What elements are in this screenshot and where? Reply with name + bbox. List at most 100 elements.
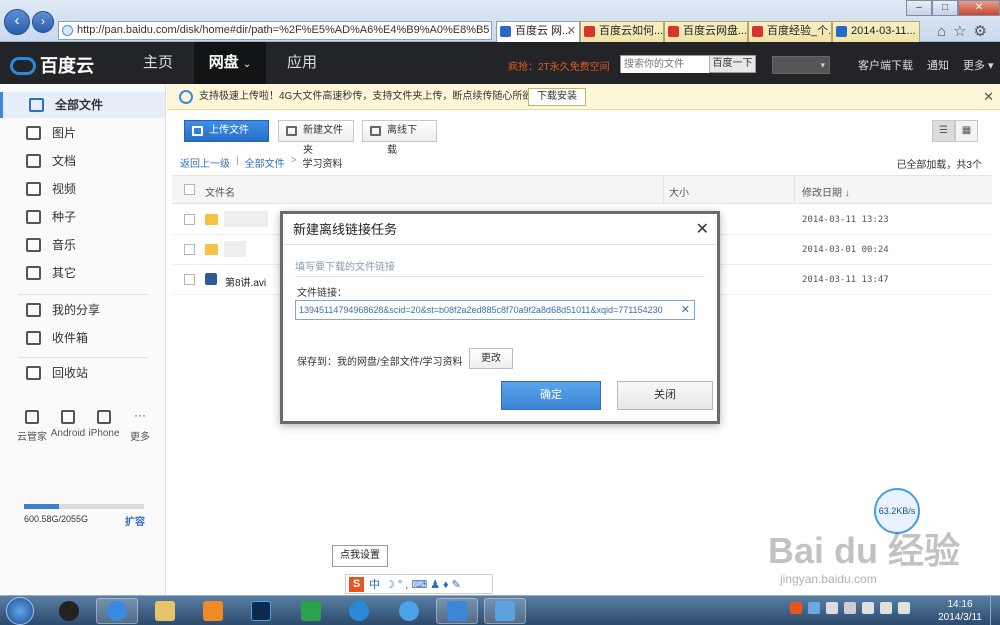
device-more[interactable]: ··· 更多 bbox=[122, 409, 158, 443]
file-table-header: 文件名 大小 修改日期 ↓ bbox=[172, 175, 992, 204]
nav-netdisk[interactable]: 网盘 ⌄ bbox=[194, 42, 266, 84]
search-input[interactable] bbox=[621, 56, 709, 73]
sidebar-item-other[interactable]: 其它 bbox=[0, 260, 165, 286]
tab-netdisk[interactable]: 百度云网盘... bbox=[664, 21, 748, 42]
sidebar-item-torrents[interactable]: 种子 bbox=[0, 204, 165, 230]
search-button[interactable]: 百度一下 bbox=[709, 56, 755, 72]
offline-download-button[interactable]: 离线下载 bbox=[362, 120, 437, 156]
sidebar-item-my-shares[interactable]: 我的分享 bbox=[0, 297, 165, 323]
device-iphone[interactable]: iPhone bbox=[86, 410, 122, 443]
row-checkbox[interactable] bbox=[184, 244, 195, 255]
minimize-button[interactable]: – bbox=[906, 0, 932, 16]
sogou-logo-icon[interactable]: S bbox=[349, 576, 364, 592]
show-desktop-button[interactable] bbox=[990, 596, 1000, 625]
sidebar-item-trash[interactable]: 回收站 bbox=[0, 360, 165, 386]
upload-button[interactable]: 上传文件 bbox=[184, 120, 269, 142]
chevron-down-icon: ⌄ bbox=[242, 59, 252, 70]
taskbar-cloud[interactable] bbox=[388, 598, 430, 624]
forward-button[interactable]: › bbox=[32, 11, 54, 33]
taskbar-ie[interactable] bbox=[96, 598, 138, 624]
go-up-link[interactable]: 返回上一级 bbox=[180, 155, 230, 170]
device-android[interactable]: Android bbox=[50, 410, 86, 443]
address-bar[interactable]: http://pan.baidu.com/disk/home#dir/path=… bbox=[58, 21, 492, 40]
client-download-link[interactable]: 客户端下载 bbox=[858, 57, 913, 73]
back-button[interactable]: ‹ bbox=[4, 9, 30, 35]
clock[interactable]: 14:16 2014/3/11 bbox=[935, 598, 985, 624]
clear-input-icon[interactable]: ✕ bbox=[681, 301, 690, 319]
home-star-gear-icons[interactable]: ⌂☆⚙ bbox=[937, 22, 994, 40]
file-date: 2014-03-11 13:47 bbox=[802, 275, 889, 285]
file-name[interactable]: 第8讲.avi bbox=[225, 274, 266, 289]
link-input[interactable]: 13945114794968628&scid=20&st=b08f2a2ed88… bbox=[295, 300, 695, 320]
notifications-link[interactable]: 通知 bbox=[927, 57, 949, 73]
taskbar-media[interactable] bbox=[192, 598, 234, 624]
wifi-icon[interactable] bbox=[880, 602, 892, 614]
col-size-header[interactable]: 大小 bbox=[669, 184, 689, 199]
taskbar-app[interactable] bbox=[290, 598, 332, 624]
device-cloud-manager[interactable]: 云管家 bbox=[14, 410, 50, 443]
sogou-tray-icon[interactable] bbox=[790, 602, 802, 614]
user-menu[interactable]: ▾ bbox=[772, 56, 830, 74]
close-window-button[interactable]: ✕ bbox=[958, 0, 1000, 16]
network-icon[interactable] bbox=[862, 602, 874, 614]
phone-icon bbox=[97, 410, 111, 424]
tab-label: 2014-03-11... bbox=[851, 25, 916, 37]
close-tab-icon[interactable]: ✕ bbox=[567, 22, 576, 41]
ime-tool-icons[interactable]: ☽°,⌨♟♦✎ bbox=[385, 578, 464, 591]
action-center-icon[interactable] bbox=[826, 602, 838, 614]
expand-quota-link[interactable]: 扩容 bbox=[125, 513, 145, 528]
taskbar-photoshop[interactable] bbox=[240, 598, 282, 624]
sidebar-item-videos[interactable]: 视频 bbox=[0, 176, 165, 202]
tab-date[interactable]: 2014-03-11... bbox=[832, 21, 920, 42]
select-all-checkbox[interactable] bbox=[184, 184, 195, 195]
nav-apps[interactable]: 应用 bbox=[266, 42, 338, 84]
download-install-button[interactable]: 下载安装 bbox=[528, 88, 586, 106]
col-name-header[interactable]: 文件名 bbox=[205, 184, 235, 199]
start-button[interactable] bbox=[6, 597, 34, 625]
taskbar-messenger[interactable] bbox=[484, 598, 526, 624]
grid-view-button[interactable]: ▦ bbox=[955, 120, 978, 142]
sidebar-item-all-files[interactable]: 全部文件 bbox=[0, 92, 165, 118]
col-date-header[interactable]: 修改日期 ↓ bbox=[802, 184, 850, 199]
taskbar-qq[interactable] bbox=[48, 598, 90, 624]
tab-label: 百度经验_个... bbox=[767, 25, 832, 37]
tab-how-to[interactable]: 百度云如何... bbox=[580, 21, 664, 42]
taskbar-cloud-manager[interactable] bbox=[436, 598, 478, 624]
row-checkbox[interactable] bbox=[184, 214, 195, 225]
close-icon[interactable]: ✕ bbox=[983, 84, 994, 110]
new-folder-button[interactable]: 新建文件夹 bbox=[278, 120, 354, 156]
tab-label: 百度云 网... bbox=[515, 25, 572, 37]
globe-icon bbox=[62, 25, 73, 36]
close-button[interactable]: 关闭 bbox=[617, 381, 713, 410]
volume-icon[interactable] bbox=[898, 602, 910, 614]
confirm-button[interactable]: 确定 bbox=[501, 381, 601, 410]
sidebar: 全部文件 图片 文档 视频 种子 音乐 其它 我的分享 收件箱 回收站 云管家 … bbox=[0, 84, 166, 595]
quota-bar bbox=[24, 504, 144, 509]
nav-home[interactable]: 主页 bbox=[122, 42, 194, 84]
sidebar-item-documents[interactable]: 文档 bbox=[0, 148, 165, 174]
ime-mode[interactable]: 中 bbox=[369, 576, 380, 592]
tab-baidu-yun[interactable]: 百度云 网... ✕ bbox=[496, 21, 580, 42]
sidebar-item-pictures[interactable]: 图片 bbox=[0, 120, 165, 146]
file-name[interactable] bbox=[224, 241, 246, 257]
taskbar-explorer[interactable] bbox=[144, 598, 186, 624]
change-location-button[interactable]: 更改 bbox=[469, 348, 513, 369]
promo-link[interactable]: 疯抢：2T永久免费空间 bbox=[508, 58, 610, 73]
file-name[interactable] bbox=[224, 211, 268, 227]
tab-jingyan[interactable]: 百度经验_个... bbox=[748, 21, 832, 42]
help-tray-icon[interactable] bbox=[808, 602, 820, 614]
maximize-button[interactable]: □ bbox=[932, 0, 958, 16]
taskbar-baidu-yun[interactable] bbox=[338, 598, 380, 624]
more-link[interactable]: 更多 ▾ bbox=[963, 57, 994, 73]
media-player-icon bbox=[203, 601, 223, 621]
all-files-link[interactable]: 全部文件 bbox=[245, 155, 285, 170]
baidu-yun-logo[interactable]: 百度云 bbox=[10, 52, 94, 78]
flag-icon[interactable] bbox=[844, 602, 856, 614]
close-icon[interactable]: ✕ bbox=[696, 219, 709, 239]
page-icon bbox=[836, 26, 847, 37]
sidebar-item-music[interactable]: 音乐 bbox=[0, 232, 165, 258]
bt-icon bbox=[26, 210, 41, 224]
list-view-button[interactable]: ☰ bbox=[932, 120, 955, 142]
row-checkbox[interactable] bbox=[184, 274, 195, 285]
sidebar-item-inbox[interactable]: 收件箱 bbox=[0, 325, 165, 351]
